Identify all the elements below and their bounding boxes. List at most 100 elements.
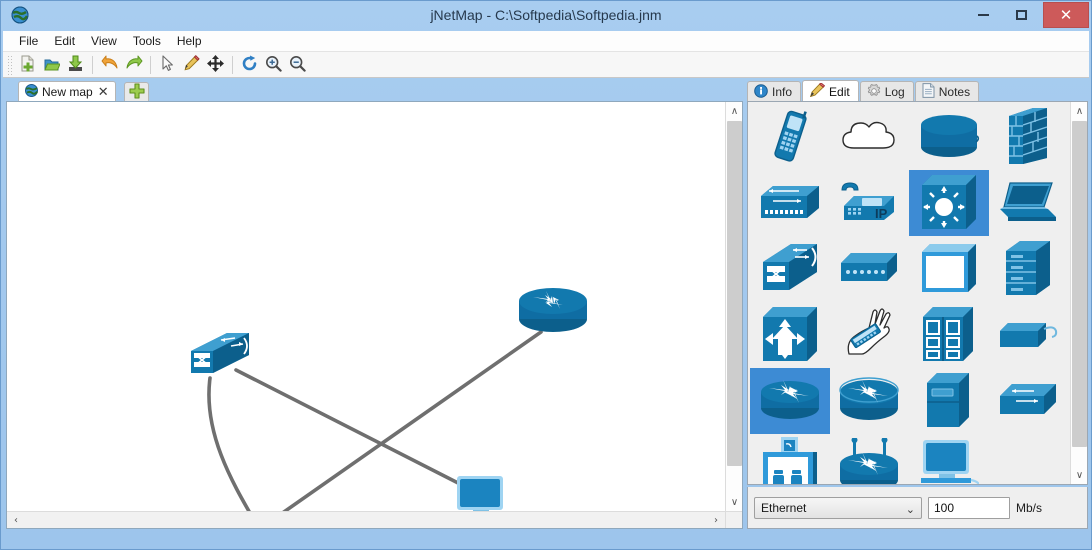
device-palette[interactable]: IP [748, 102, 1070, 484]
tab-info[interactable]: Info [747, 81, 802, 102]
side-panel-tabs: Info Edit Log Notes [747, 80, 1088, 102]
palette-item-multilayer-switch[interactable] [750, 236, 830, 302]
close-button[interactable]: ✕ [1043, 2, 1089, 28]
palette-item-cell-phone[interactable] [750, 104, 830, 170]
svg-text:IP: IP [875, 206, 888, 221]
add-tab-button[interactable] [124, 82, 149, 102]
link-properties-bar: Ethernet ⌄ 100 Mb/s [747, 487, 1088, 529]
pencil-icon [183, 54, 200, 75]
palette-item-database[interactable] [909, 104, 989, 170]
scroll-left-icon[interactable]: ‹ [7, 512, 25, 529]
menu-tools[interactable]: Tools [125, 32, 169, 50]
palette-item-firewall[interactable] [989, 104, 1069, 170]
palette-vscroll-thumb[interactable] [1072, 121, 1087, 447]
palette-item-handheld-pda[interactable] [830, 302, 910, 368]
palette-item-small-switch[interactable] [830, 236, 910, 302]
minimize-icon [977, 14, 989, 16]
palette-item-tower-pc[interactable] [909, 368, 989, 434]
link-switch-workgroup [207, 376, 251, 511]
switch-icon [998, 382, 1058, 421]
toolbar [3, 52, 1089, 78]
bridge-icon [759, 182, 821, 225]
palette-item-bridge[interactable] [750, 170, 830, 236]
canvas-vscroll-thumb[interactable] [727, 121, 742, 466]
palette-item-empty [989, 434, 1069, 484]
zoom-out-button[interactable] [286, 54, 309, 76]
palette-item-desktop-pc[interactable] [909, 434, 989, 484]
palette-item-cloud[interactable] [830, 104, 910, 170]
map-tab-strip: New map ✕ [6, 80, 743, 102]
palette-item-ip-phone[interactable]: IP [830, 170, 910, 236]
link-speed-value: 100 [934, 500, 955, 515]
router-arrows-icon [761, 305, 819, 366]
palette-item-workgroup[interactable] [750, 434, 830, 484]
tower-pc-icon [925, 371, 973, 432]
link-speed-input[interactable]: 100 [928, 496, 1010, 519]
wireless-router-icon [838, 376, 900, 426]
palette-item-server-rack[interactable] [989, 236, 1069, 302]
toolbar-grip[interactable] [7, 54, 12, 75]
menu-file[interactable]: File [11, 32, 46, 50]
palette-item-rack-cabinet[interactable] [909, 302, 989, 368]
select-icon [160, 54, 175, 75]
scroll-right-icon[interactable]: › [707, 512, 725, 529]
gear-icon [867, 83, 881, 101]
palette-item-router-arrows[interactable] [750, 302, 830, 368]
scroll-down-icon[interactable]: ∨ [726, 493, 743, 511]
save-icon [67, 55, 84, 75]
scroll-down-icon[interactable]: ∨ [1071, 466, 1088, 484]
save-button[interactable] [64, 54, 87, 76]
palette-item-switch[interactable] [989, 368, 1069, 434]
palette-item-monitor[interactable] [909, 236, 989, 302]
scroll-up-icon[interactable]: ∧ [1071, 102, 1088, 120]
canvas-vertical-scrollbar[interactable]: ∧ ∨ [725, 102, 742, 511]
palette-item-hub[interactable] [909, 170, 989, 236]
palette-item-modem[interactable] [989, 302, 1069, 368]
router-icon [759, 378, 821, 425]
tab-new-map[interactable]: New map ✕ [18, 81, 116, 102]
canvas-horizontal-scrollbar[interactable]: ‹ › [7, 511, 725, 528]
move-tool-button[interactable] [204, 54, 227, 76]
menu-bar: File Edit View Tools Help [3, 31, 1089, 52]
tab-log-label: Log [884, 85, 905, 99]
rack-cabinet-icon [921, 305, 977, 366]
tab-edit[interactable]: Edit [802, 80, 859, 102]
map-tab-label: New map [42, 85, 93, 99]
cloud-icon [838, 114, 900, 161]
link-type-select[interactable]: Ethernet ⌄ [754, 496, 922, 519]
side-panel: Info Edit Log Notes IP ∧ ∨ Ethernet ⌄ 10… [747, 80, 1088, 529]
refresh-button[interactable] [238, 54, 261, 76]
palette-vertical-scrollbar[interactable]: ∧ ∨ [1070, 102, 1087, 484]
menu-view[interactable]: View [83, 32, 125, 50]
palette-item-laptop[interactable] [989, 170, 1069, 236]
toolbar-separator-2 [150, 55, 151, 74]
palette-item-wireless-ap[interactable] [830, 434, 910, 484]
select-tool-button[interactable] [156, 54, 179, 76]
link-speed-unit-label: Mb/s [1016, 500, 1043, 515]
network-map-canvas[interactable] [7, 102, 725, 511]
open-icon [43, 55, 61, 75]
zoom-out-icon [289, 55, 306, 75]
minimize-button[interactable] [965, 2, 1001, 28]
monitor-icon [920, 242, 978, 297]
zoom-in-button[interactable] [262, 54, 285, 76]
tab-notes[interactable]: Notes [914, 81, 980, 102]
undo-icon [101, 55, 119, 75]
new-button[interactable] [16, 54, 39, 76]
edit-tool-button[interactable] [180, 54, 203, 76]
scroll-up-icon[interactable]: ∧ [726, 102, 743, 120]
desktop-pc-node [457, 476, 503, 511]
tab-log[interactable]: Log [859, 81, 914, 102]
palette-item-router[interactable] [750, 368, 830, 434]
jnetmap-window: jNetMap - C:\Softpedia\Softpedia.jnm ✕ F… [0, 0, 1092, 550]
redo-button[interactable] [122, 54, 145, 76]
open-button[interactable] [40, 54, 63, 76]
palette-item-wireless-router[interactable] [830, 368, 910, 434]
undo-button[interactable] [98, 54, 121, 76]
close-icon[interactable]: ✕ [97, 86, 110, 99]
menu-help[interactable]: Help [169, 32, 210, 50]
menu-edit[interactable]: Edit [46, 32, 83, 50]
zoom-in-icon [265, 55, 282, 75]
tab-notes-label: Notes [938, 85, 971, 99]
maximize-button[interactable] [1003, 2, 1039, 28]
